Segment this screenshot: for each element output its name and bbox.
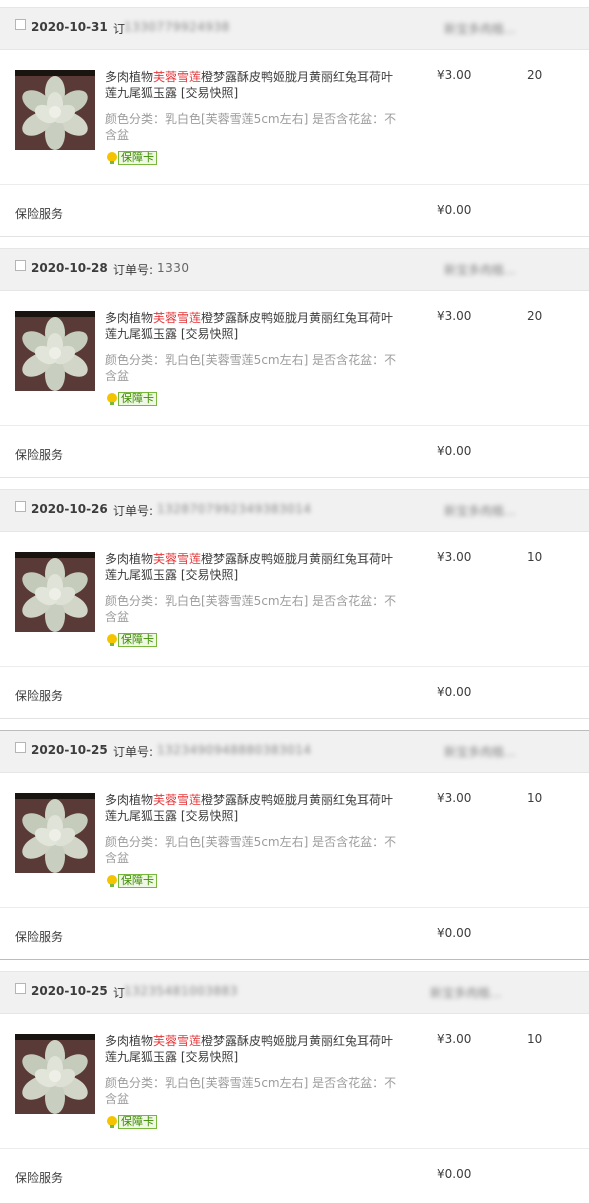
insurance-price: ¥0.00 xyxy=(437,203,472,217)
order-select-checkbox[interactable] xyxy=(15,19,26,30)
order-card: 2020-10-26 订单号: 1328707992349383014 新宝多肉… xyxy=(0,489,589,721)
order-header: 2020-10-25 订单号: 1323490948880383014 新宝多肉… xyxy=(0,730,589,773)
order-number: 13235481003883 xyxy=(124,984,238,998)
item-quantity: 10 xyxy=(527,791,543,805)
order-date: 2020-10-26 xyxy=(31,502,108,516)
order-card: 2020-10-25 订单号: 1323490948880383014 新宝多肉… xyxy=(0,730,589,962)
order-number-label: 订单号: xyxy=(113,263,154,277)
divider xyxy=(0,425,589,426)
bulb-icon xyxy=(107,393,117,405)
insurance-price: ¥0.00 xyxy=(437,444,472,458)
divider xyxy=(0,236,589,237)
divider xyxy=(0,959,589,960)
guarantee-badge[interactable]: 保障卡 xyxy=(105,392,157,406)
shop-name[interactable]: 新宝多肉植... xyxy=(430,984,501,1001)
bulb-icon xyxy=(107,875,117,887)
divider xyxy=(0,666,589,667)
divider xyxy=(0,718,589,719)
order-select-checkbox[interactable] xyxy=(15,742,26,753)
shop-name[interactable]: 新宝多肉植... xyxy=(444,20,515,37)
product-spec: 颜色分类：乳白色[芙蓉雪莲5cm左右] 是否含花盆：不含盆 xyxy=(105,594,397,624)
item-price: ¥3.00 xyxy=(437,550,472,564)
bulb-icon xyxy=(107,152,117,164)
product-thumbnail[interactable] xyxy=(15,552,95,632)
order-number: 1328707992349383014 xyxy=(157,502,312,516)
divider xyxy=(0,907,589,908)
guarantee-badge-label: 保障卡 xyxy=(118,392,157,406)
item-price: ¥3.00 xyxy=(437,1032,472,1046)
guarantee-badge[interactable]: 保障卡 xyxy=(105,874,157,888)
guarantee-badge[interactable]: 保障卡 xyxy=(105,633,157,647)
product-spec: 颜色分类：乳白色[芙蓉雪莲5cm左右] 是否含花盆：不含盆 xyxy=(105,1076,397,1106)
order-date: 2020-10-28 xyxy=(31,261,108,275)
guarantee-badge-label: 保障卡 xyxy=(118,633,157,647)
product-thumbnail[interactable] xyxy=(15,70,95,150)
guarantee-badge[interactable]: 保障卡 xyxy=(105,1115,157,1129)
product-title[interactable]: 多肉植物芙蓉雪莲橙梦露酥皮鸭姬胧月黄丽红兔耳荷叶莲九尾狐玉露 [交易快照] xyxy=(105,310,405,342)
product-thumbnail[interactable] xyxy=(15,793,95,873)
bulb-icon xyxy=(107,1116,117,1128)
item-quantity: 20 xyxy=(527,68,543,82)
guarantee-badge[interactable]: 保障卡 xyxy=(105,151,157,165)
order-select-checkbox[interactable] xyxy=(15,260,26,271)
item-quantity: 10 xyxy=(527,550,543,564)
insurance-price: ¥0.00 xyxy=(437,685,472,699)
product-title[interactable]: 多肉植物芙蓉雪莲橙梦露酥皮鸭姬胧月黄丽红兔耳荷叶莲九尾狐玉露 [交易快照] xyxy=(105,1033,405,1065)
guarantee-badge-label: 保障卡 xyxy=(118,874,157,888)
order-date: 2020-10-25 xyxy=(31,984,108,998)
item-price: ¥3.00 xyxy=(437,309,472,323)
order-number: 1330779924938 xyxy=(124,20,230,34)
product-title[interactable]: 多肉植物芙蓉雪莲橙梦露酥皮鸭姬胧月黄丽红兔耳荷叶莲九尾狐玉露 [交易快照] xyxy=(105,551,405,583)
product-spec: 颜色分类：乳白色[芙蓉雪莲5cm左右] 是否含花盆：不含盆 xyxy=(105,835,397,865)
product-spec: 颜色分类：乳白色[芙蓉雪莲5cm左右] 是否含花盆：不含盆 xyxy=(105,112,397,142)
product-thumbnail[interactable] xyxy=(15,1034,95,1114)
order-number: 1323490948880383014 xyxy=(157,743,312,757)
divider xyxy=(0,477,589,478)
shop-name[interactable]: 新宝多肉植... xyxy=(444,261,515,278)
insurance-service-label: 保险服务 xyxy=(15,930,64,944)
order-header: 2020-10-31 订 1330779924938 新宝多肉植... xyxy=(0,7,589,50)
order-number-label: 订单号: xyxy=(113,745,154,759)
guarantee-badge-label: 保障卡 xyxy=(118,151,157,165)
product-title[interactable]: 多肉植物芙蓉雪莲橙梦露酥皮鸭姬胧月黄丽红兔耳荷叶莲九尾狐玉露 [交易快照] xyxy=(105,792,405,824)
order-number-label: 订单号: xyxy=(113,504,154,518)
item-price: ¥3.00 xyxy=(437,791,472,805)
insurance-price: ¥0.00 xyxy=(437,1167,472,1181)
order-card: 2020-10-28 订单号: 1330 新宝多肉植... 多肉植物芙蓉雪莲橙梦… xyxy=(0,248,589,480)
order-header: 2020-10-28 订单号: 1330 新宝多肉植... xyxy=(0,248,589,291)
order-card: 2020-10-25 订 13235481003883 新宝多肉植... 多肉植… xyxy=(0,971,589,1203)
order-number: 1330 xyxy=(157,261,190,275)
insurance-service-label: 保险服务 xyxy=(15,207,64,221)
order-date: 2020-10-25 xyxy=(31,743,108,757)
insurance-service-label: 保险服务 xyxy=(15,448,64,462)
divider xyxy=(0,184,589,185)
order-select-checkbox[interactable] xyxy=(15,983,26,994)
bulb-icon xyxy=(107,634,117,646)
shop-name[interactable]: 新宝多肉植... xyxy=(444,743,515,760)
divider xyxy=(0,1148,589,1149)
guarantee-badge-label: 保障卡 xyxy=(118,1115,157,1129)
item-quantity: 10 xyxy=(527,1032,543,1046)
item-quantity: 20 xyxy=(527,309,543,323)
insurance-service-label: 保险服务 xyxy=(15,1171,64,1185)
product-spec: 颜色分类：乳白色[芙蓉雪莲5cm左右] 是否含花盆：不含盆 xyxy=(105,353,397,383)
order-select-checkbox[interactable] xyxy=(15,501,26,512)
insurance-price: ¥0.00 xyxy=(437,926,472,940)
product-title[interactable]: 多肉植物芙蓉雪莲橙梦露酥皮鸭姬胧月黄丽红兔耳荷叶莲九尾狐玉露 [交易快照] xyxy=(105,69,405,101)
item-price: ¥3.00 xyxy=(437,68,472,82)
insurance-service-label: 保险服务 xyxy=(15,689,64,703)
order-card: 2020-10-31 订 1330779924938 新宝多肉植... 多肉植物… xyxy=(0,7,589,239)
product-thumbnail[interactable] xyxy=(15,311,95,391)
shop-name[interactable]: 新宝多肉植... xyxy=(444,502,515,519)
order-header: 2020-10-25 订 13235481003883 新宝多肉植... xyxy=(0,971,589,1014)
order-header: 2020-10-26 订单号: 1328707992349383014 新宝多肉… xyxy=(0,489,589,532)
order-date: 2020-10-31 xyxy=(31,20,108,34)
